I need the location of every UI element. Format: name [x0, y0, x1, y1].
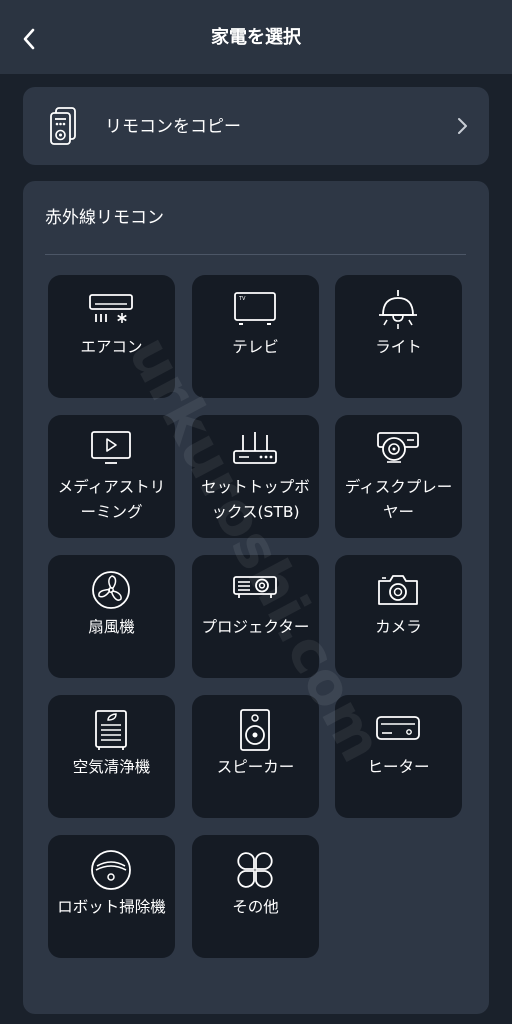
- svg-text:TV: TV: [238, 296, 246, 302]
- section-divider: [45, 254, 466, 255]
- router-stb-icon: [233, 432, 277, 464]
- chevron-right-icon: [458, 118, 467, 134]
- device-label: その他: [232, 898, 279, 916]
- device-tile-projector[interactable]: プロジェクター: [192, 555, 319, 678]
- device-tile-media-streaming[interactable]: メディアストリーミング: [48, 415, 175, 538]
- device-label: メディアストリーミング: [57, 478, 166, 521]
- device-tile-speaker[interactable]: スピーカー: [192, 695, 319, 818]
- device-tile-disc-player[interactable]: ディスクプレーヤー: [335, 415, 462, 538]
- device-label: プロジェクター: [201, 618, 310, 636]
- device-tile-air-conditioner[interactable]: エアコン: [48, 275, 175, 398]
- camera-icon: [378, 575, 418, 605]
- robot-vacuum-icon: [91, 850, 131, 890]
- device-label: 扇風機: [88, 618, 135, 636]
- device-label: 空気清浄機: [72, 758, 151, 776]
- device-label: エアコン: [80, 338, 143, 356]
- device-label: ロボット掃除機: [57, 898, 166, 916]
- media-streaming-icon: [91, 431, 131, 464]
- device-label: ヒーター: [367, 758, 430, 776]
- copy-remote-label: リモコンをコピー: [105, 117, 241, 137]
- back-button[interactable]: [12, 22, 46, 56]
- page-title: 家電を選択: [211, 27, 301, 48]
- device-label: ディスクプレーヤー: [344, 478, 453, 521]
- copy-remote-button[interactable]: リモコンをコピー: [23, 87, 489, 165]
- device-tile-light[interactable]: ライト: [335, 275, 462, 398]
- heater-icon: [376, 716, 420, 740]
- device-tile-air-purifier[interactable]: 空気清浄機: [48, 695, 175, 818]
- device-label: セットトップボックス(STB): [201, 478, 310, 521]
- device-label: ライト: [375, 338, 422, 356]
- device-tile-robot-vacuum[interactable]: ロボット掃除機: [48, 835, 175, 958]
- device-label: カメラ: [375, 618, 422, 636]
- device-tile-set-top-box[interactable]: セットトップボックス(STB): [192, 415, 319, 538]
- device-tile-tv[interactable]: TV テレビ: [192, 275, 319, 398]
- device-tile-camera[interactable]: カメラ: [335, 555, 462, 678]
- device-label: スピーカー: [216, 758, 295, 776]
- fan-icon: [92, 571, 130, 609]
- infrared-remote-section: 赤外線リモコン エアコン TV テレビ ライト メディアストリーミング セットト…: [23, 181, 489, 1014]
- disc-player-icon: [377, 432, 419, 463]
- app-header: 家電を選択: [0, 0, 512, 74]
- speaker-icon: [240, 709, 270, 751]
- tv-icon: TV: [234, 292, 276, 325]
- device-label: テレビ: [232, 338, 279, 356]
- projector-icon: [233, 576, 277, 598]
- air-conditioner-icon: [89, 294, 133, 323]
- device-tile-fan[interactable]: 扇風機: [48, 555, 175, 678]
- section-title: 赤外線リモコン: [45, 208, 164, 228]
- device-tile-other[interactable]: その他: [192, 835, 319, 958]
- remote-copy-icon: [50, 107, 76, 145]
- chevron-left-icon: [23, 28, 35, 50]
- air-purifier-icon: [95, 710, 127, 750]
- device-tile-heater[interactable]: ヒーター: [335, 695, 462, 818]
- ceiling-light-icon: [379, 290, 417, 329]
- other-clover-icon: [237, 852, 273, 888]
